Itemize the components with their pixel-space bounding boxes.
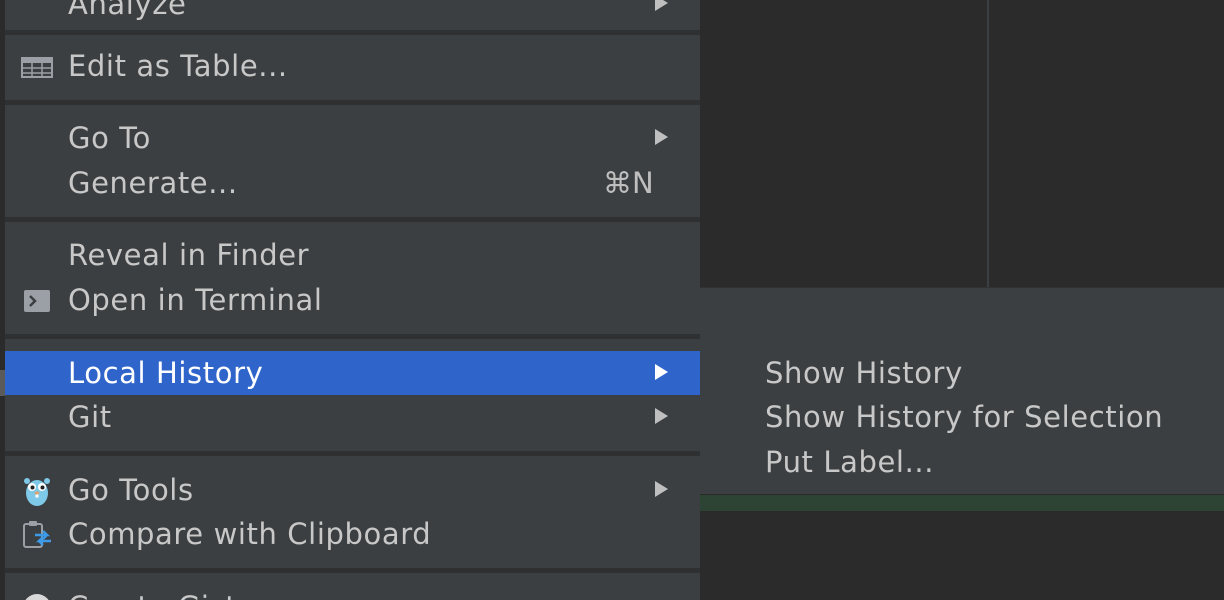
menu-item-open-in-terminal[interactable]: Open in Terminal xyxy=(5,278,700,322)
menu-separator xyxy=(5,100,700,105)
highlighted-line xyxy=(700,495,1224,511)
table-icon xyxy=(21,51,53,83)
submenu-arrow-icon xyxy=(655,408,668,424)
menu-item-create-gist[interactable]: Create Gist... xyxy=(5,585,700,600)
submenu-item-label: Put Label... xyxy=(765,445,935,479)
menu-item-analyze[interactable]: Analyze xyxy=(5,0,700,26)
menu-item-label: Compare with Clipboard xyxy=(68,517,432,551)
menu-item-label: Analyze xyxy=(68,0,187,21)
menu-item-git[interactable]: Git xyxy=(5,395,700,439)
gopher-icon xyxy=(21,475,53,507)
menu-item-edit-as-table[interactable]: Edit as Table... xyxy=(5,44,700,88)
menu-separator xyxy=(5,217,700,222)
submenu-item-label: Show History xyxy=(765,356,963,390)
menu-item-go-tools[interactable]: Go Tools xyxy=(5,468,700,512)
menu-item-label: Local History xyxy=(68,356,264,390)
menu-separator xyxy=(5,451,700,456)
submenu-arrow-icon xyxy=(655,364,668,380)
submenu-item-show-history-for-selection[interactable]: Show History for Selection xyxy=(700,395,1224,439)
submenu-item-put-label[interactable]: Put Label... xyxy=(700,440,1224,484)
submenu-arrow-icon xyxy=(655,129,668,145)
menu-item-label: Go To xyxy=(68,121,151,155)
menu-item-compare-with-clipboard[interactable]: Compare with Clipboard xyxy=(5,512,700,556)
tool-window-header xyxy=(700,287,1224,343)
local-history-submenu: Show History Show History for Selection … xyxy=(700,342,1224,494)
menu-item-local-history[interactable]: Local History xyxy=(5,351,700,395)
context-menu: Analyze Edit as Table... Go To Generate.… xyxy=(5,0,700,600)
compare-clipboard-icon xyxy=(21,519,53,551)
submenu-arrow-icon xyxy=(655,481,668,497)
submenu-arrow-icon xyxy=(655,0,668,11)
menu-item-label: Edit as Table... xyxy=(68,49,288,83)
menu-item-label: Git xyxy=(68,400,112,434)
editor-right-margin-line xyxy=(987,0,989,287)
menu-item-label: Open in Terminal xyxy=(68,283,323,317)
menu-separator xyxy=(5,568,700,573)
submenu-item-show-history[interactable]: Show History xyxy=(700,351,1224,395)
menu-item-label: Create Gist... xyxy=(68,591,267,600)
menu-item-label: Reveal in Finder xyxy=(68,238,310,272)
menu-item-generate[interactable]: Generate... ⌘N xyxy=(5,161,700,205)
menu-item-go-to[interactable]: Go To xyxy=(5,116,700,160)
menu-separator xyxy=(5,30,700,35)
menu-item-reveal-in-finder[interactable]: Reveal in Finder xyxy=(5,233,700,277)
menu-item-label: Go Tools xyxy=(68,473,194,507)
terminal-icon xyxy=(21,285,53,317)
menu-item-label: Generate... xyxy=(68,166,238,200)
github-icon xyxy=(21,592,53,600)
submenu-item-label: Show History for Selection xyxy=(765,400,1164,434)
shortcut-label: ⌘N xyxy=(603,166,654,200)
menu-separator xyxy=(5,334,700,339)
editor-area xyxy=(700,0,1224,287)
